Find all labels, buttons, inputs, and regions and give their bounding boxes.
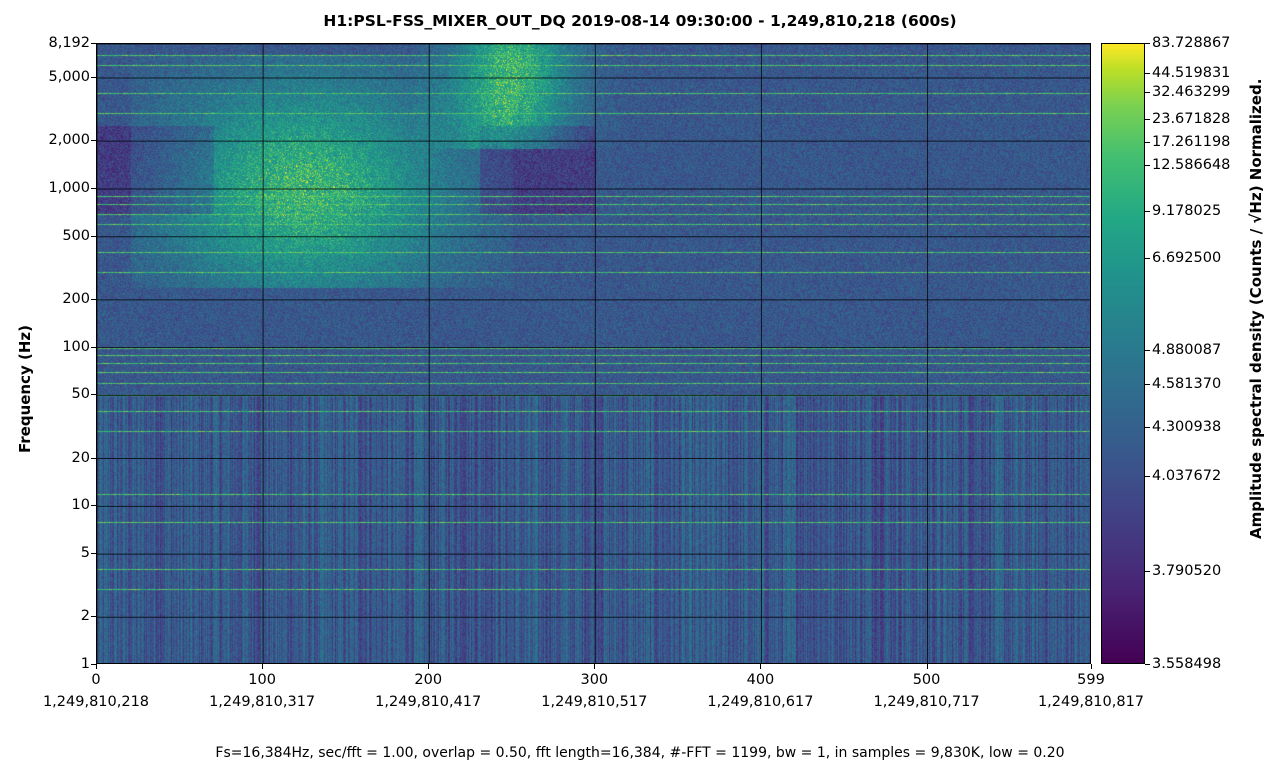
- x-tick-gps-label: 1,249,810,717: [873, 694, 980, 710]
- colorbar-tick-label: 44.519831: [1152, 64, 1231, 81]
- x-tick-gps-label: 1,249,810,617: [707, 694, 814, 710]
- y-tick-mark: [91, 77, 96, 79]
- y-tick-mark: [91, 43, 96, 44]
- x-tick-label: 400: [746, 672, 775, 688]
- y-tick-label: 100: [62, 338, 90, 355]
- colorbar-tick-mark: [1145, 118, 1150, 120]
- colorbar-tick-mark: [1145, 476, 1150, 478]
- x-tick-mark: [594, 664, 596, 669]
- colorbar-tick-mark: [1145, 211, 1150, 213]
- colorbar-tick-mark: [1145, 92, 1150, 94]
- fft-parameters-footer: Fs=16,384Hz, sec/fft = 1.00, overlap = 0…: [215, 745, 1065, 761]
- x-tick-mark: [96, 664, 97, 669]
- x-tick-label: 599: [1077, 672, 1105, 688]
- y-tick-mark: [91, 616, 96, 618]
- x-tick-mark: [1091, 664, 1092, 669]
- y-tick-label: 5: [80, 545, 90, 562]
- x-tick-mark: [262, 664, 264, 669]
- x-tick-gps-label: 1,249,810,317: [209, 694, 316, 710]
- colorbar-label: Amplitude spectral density (Counts / √Hz…: [1247, 78, 1265, 539]
- spectrogram-figure: H1:PSL-FSS_MIXER_OUT_DQ 2019-08-14 09:30…: [0, 0, 1280, 768]
- colorbar-tick-label: 3.790520: [1152, 562, 1222, 579]
- x-tick-gps-label: 1,249,810,218: [42, 694, 150, 710]
- x-tick-label: 200: [414, 672, 443, 688]
- y-tick-mark: [91, 140, 96, 142]
- y-tick-label: 8,192: [48, 35, 90, 51]
- colorbar-tick-label: 9.178025: [1152, 203, 1222, 220]
- colorbar-tick-label: 12.586648: [1152, 157, 1231, 174]
- y-tick-label: 2: [80, 608, 90, 625]
- y-tick-label: 10: [71, 497, 90, 514]
- colorbar-tick-label: 32.463299: [1152, 84, 1231, 101]
- y-tick-mark: [91, 346, 96, 348]
- colorbar-tick-label: 6.692500: [1152, 249, 1222, 266]
- y-tick-label: 1: [80, 656, 90, 672]
- x-tick-mark: [428, 664, 430, 669]
- colorbar-tick-label: 83.728867: [1152, 35, 1231, 51]
- x-tick-label: 500: [912, 672, 941, 688]
- y-tick-label: 500: [62, 227, 90, 244]
- colorbar-tick-mark: [1145, 570, 1150, 572]
- colorbar: [1101, 43, 1145, 664]
- colorbar-tick-mark: [1145, 427, 1150, 429]
- y-tick-label: 2,000: [48, 132, 90, 149]
- y-tick-label: 5,000: [48, 69, 90, 86]
- x-tick-label: 300: [580, 672, 609, 688]
- y-tick-label: 50: [71, 386, 90, 403]
- y-tick-mark: [91, 187, 96, 189]
- y-tick-label: 200: [62, 290, 90, 307]
- colorbar-tick-label: 4.581370: [1152, 375, 1222, 392]
- colorbar-tick-label: 4.037672: [1152, 468, 1222, 485]
- y-tick-mark: [91, 505, 96, 507]
- y-tick-mark: [91, 457, 96, 459]
- x-tick-label: 0: [91, 672, 101, 688]
- colorbar-tick-label: 4.300938: [1152, 419, 1222, 436]
- y-tick-mark: [91, 235, 96, 237]
- x-tick-gps-label: 1,249,810,817: [1037, 694, 1145, 710]
- colorbar-tick-mark: [1145, 72, 1150, 74]
- colorbar-tick-mark: [1145, 257, 1150, 259]
- grid-lines: [97, 44, 1090, 663]
- y-tick-label: 1,000: [48, 179, 90, 196]
- x-tick-label: 100: [248, 672, 276, 688]
- colorbar-tick-mark: [1145, 165, 1150, 167]
- x-tick-gps-label: 1,249,810,417: [375, 694, 482, 710]
- colorbar-tick-label: 3.558498: [1152, 656, 1222, 672]
- x-tick-mark: [760, 664, 762, 669]
- colorbar-tick-mark: [1145, 383, 1150, 385]
- y-tick-mark: [91, 394, 96, 396]
- colorbar-tick-mark: [1145, 349, 1150, 351]
- chart-title: H1:PSL-FSS_MIXER_OUT_DQ 2019-08-14 09:30…: [323, 12, 957, 30]
- y-axis-label: Frequency (Hz): [16, 325, 34, 454]
- y-tick-mark: [91, 553, 96, 555]
- colorbar-tick-label: 17.261198: [1152, 134, 1231, 151]
- x-tick-mark: [926, 664, 928, 669]
- y-tick-mark: [91, 298, 96, 300]
- colorbar-tick-label: 23.671828: [1152, 110, 1231, 127]
- x-tick-gps-label: 1,249,810,517: [541, 694, 648, 710]
- spectrogram-plot-area: [96, 43, 1091, 664]
- colorbar-tick-mark: [1145, 664, 1150, 665]
- y-tick-label: 20: [71, 449, 90, 466]
- colorbar-tick-mark: [1145, 43, 1150, 44]
- colorbar-tick-mark: [1145, 142, 1150, 144]
- colorbar-tick-label: 4.880087: [1152, 341, 1222, 358]
